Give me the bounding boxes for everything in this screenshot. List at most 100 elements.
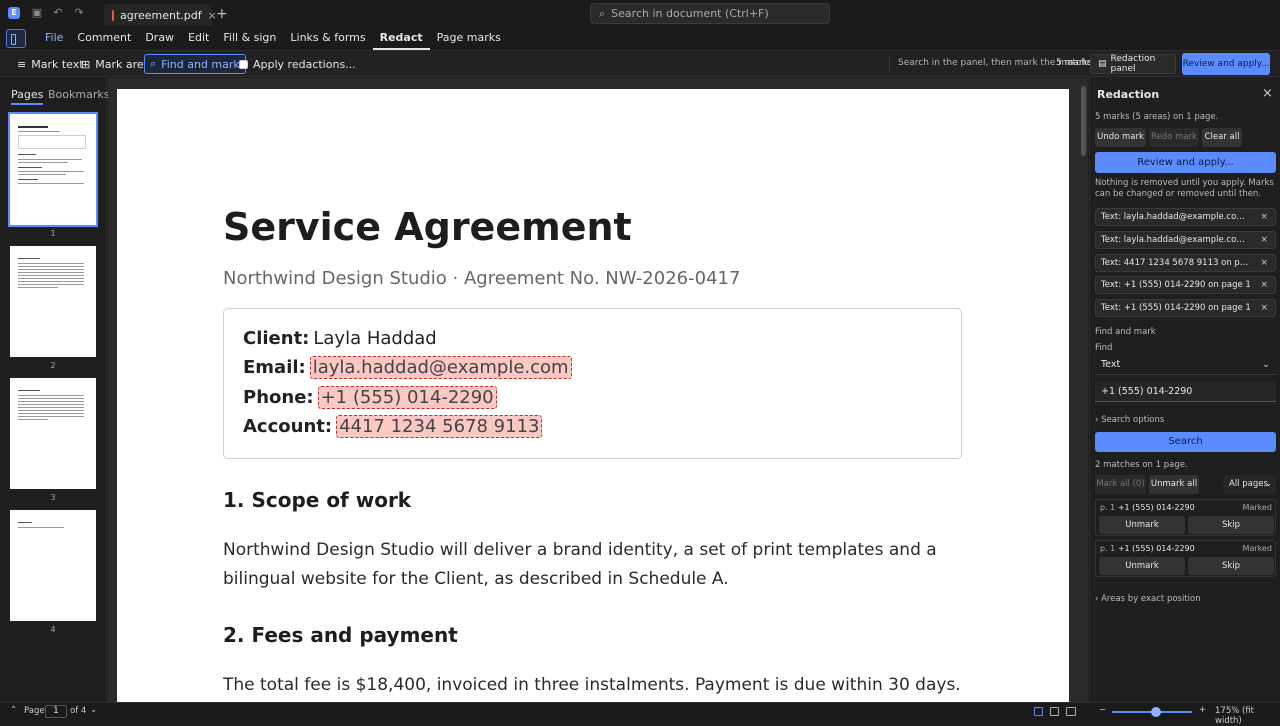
apply-notice: Nothing is removed until you apply. Mark… <box>1095 178 1274 199</box>
page-thumbnail-4[interactable] <box>10 510 96 621</box>
menu-draw[interactable]: Draw <box>138 28 181 50</box>
menu-redact[interactable]: Redact <box>372 28 430 50</box>
document-viewport[interactable]: Service Agreement Northwind Design Studi… <box>108 78 1088 702</box>
menu-page-marks[interactable]: Page marks <box>430 28 508 50</box>
find-input[interactable]: +1 (555) 014-2290 <box>1095 382 1276 402</box>
redaction-mark-phone[interactable]: +1 (555) 014-2290 <box>317 386 497 409</box>
mark-item[interactable]: Text: layla.haddad@example.com on page 1… <box>1095 231 1276 249</box>
email-row: Email: layla.haddad@example.com <box>243 356 572 379</box>
email-label: Email: <box>243 357 306 378</box>
close-panel-icon[interactable]: × <box>1262 86 1273 101</box>
toolbar-divider <box>889 56 890 72</box>
unmark-all-button[interactable]: Unmark all <box>1149 475 1199 494</box>
areas-by-position-toggle[interactable]: › Areas by exact position <box>1095 594 1201 604</box>
save-icon[interactable]: ▣ <box>30 6 44 20</box>
review-apply-panel-button[interactable]: Review and apply... <box>1095 152 1276 173</box>
remove-mark-icon[interactable]: × <box>1260 232 1268 248</box>
document-tab[interactable]: agreement.pdf × <box>104 4 217 26</box>
remove-mark-icon[interactable]: × <box>1260 300 1268 316</box>
find-type-select[interactable]: Text ⌄ <box>1095 355 1276 375</box>
mark-item-label: Text: layla.haddad@example.com on page 1 <box>1101 235 1251 245</box>
result-page: p. 1 <box>1100 503 1116 512</box>
redaction-mark-email[interactable]: layla.haddad@example.com <box>309 356 572 379</box>
redaction-panel: Redaction × 5 marks (5 areas) on 1 page.… <box>1089 78 1280 702</box>
redact-toolbar: ≡ Mark text ⊞ Mark area ⌕ Find and mark … <box>0 50 1280 77</box>
chevron-up-icon[interactable]: ⌃ <box>10 705 17 715</box>
skip-result-button[interactable]: Skip <box>1188 516 1274 534</box>
chevron-down-icon: ⌄ <box>1262 359 1270 370</box>
mark-item[interactable]: Text: 4417 1234 5678 9113 on page 1 × <box>1095 254 1276 272</box>
menu-edit[interactable]: Edit <box>181 28 216 50</box>
chevron-right-icon: › <box>1095 594 1099 604</box>
tab-pages[interactable]: Pages <box>11 88 44 105</box>
remove-mark-icon[interactable]: × <box>1260 277 1268 293</box>
page-number-input[interactable]: 1 <box>45 705 67 718</box>
mark-item[interactable]: Text: +1 (555) 014-2290 on page 1 × <box>1095 299 1276 317</box>
remove-mark-icon[interactable]: × <box>1260 255 1268 271</box>
mark-item[interactable]: Text: layla.haddad@example.com on page 1… <box>1095 208 1276 226</box>
page-number-4: 4 <box>50 625 56 634</box>
undo-mark-button[interactable]: Undo mark <box>1095 128 1146 147</box>
unmark-result-button[interactable]: Unmark <box>1099 516 1185 534</box>
undo-icon[interactable]: ↶ <box>51 6 65 20</box>
zoom-slider-handle[interactable] <box>1151 707 1161 717</box>
redo-mark-button[interactable]: Redo mark <box>1149 128 1199 147</box>
document-tab-title: agreement.pdf <box>120 8 202 22</box>
two-page-view-icon[interactable] <box>1066 707 1076 716</box>
menu-bar: File Comment Draw Edit Fill & sign Links… <box>0 28 1280 50</box>
unmark-result-button[interactable]: Unmark <box>1099 557 1185 575</box>
mark-text-icon: ≡ <box>17 57 27 71</box>
sidebar-toggle-button[interactable] <box>6 29 26 48</box>
mark-item[interactable]: Text: +1 (555) 014-2290 on page 1 × <box>1095 276 1276 294</box>
redo-icon[interactable]: ↷ <box>72 6 86 20</box>
clear-all-button[interactable]: Clear all <box>1202 128 1242 147</box>
menu-file[interactable]: File <box>38 28 70 50</box>
page-thumbnail-3[interactable] <box>10 378 96 489</box>
skip-result-button[interactable]: Skip <box>1188 557 1274 575</box>
menu-fill-sign[interactable]: Fill & sign <box>216 28 283 50</box>
tab-bookmarks[interactable]: Bookmarks <box>48 88 109 101</box>
zoom-out-button[interactable]: − <box>1099 705 1106 715</box>
document-scrollbar[interactable] <box>1081 86 1086 156</box>
panel-icon: ▤ <box>1098 59 1107 69</box>
account-row: Account: 4417 1234 5678 9113 <box>243 415 543 438</box>
page-thumbnail-2[interactable] <box>10 246 96 357</box>
apply-redactions-checkbox[interactable] <box>239 59 248 69</box>
document-page[interactable]: Service Agreement Northwind Design Studi… <box>117 89 1069 702</box>
search-result: p. 1 +1 (555) 014-2290 Marked Unmark Ski… <box>1095 499 1276 536</box>
single-page-view-icon[interactable] <box>1050 707 1059 716</box>
section-1-text: Northwind Design Studio will deliver a b… <box>223 540 937 589</box>
search-options-toggle[interactable]: › Search options <box>1095 415 1164 425</box>
search-placeholder: Search in document (Ctrl+F) <box>611 7 769 20</box>
result-text: +1 (555) 014-2290 <box>1117 503 1195 512</box>
pdf-file-icon <box>112 9 114 21</box>
scope-select[interactable]: All pages ⌄ <box>1223 475 1276 494</box>
menu-links-forms[interactable]: Links & forms <box>283 28 372 50</box>
new-tab-button[interactable]: + <box>216 7 228 21</box>
client-value: Layla Haddad <box>313 328 437 349</box>
status-bar: ⌃ Page 1 of 4 ⌄ − + 175% (fit width) <box>0 702 1280 726</box>
redaction-mark-account[interactable]: 4417 1234 5678 9113 <box>336 415 543 438</box>
document-search-input[interactable]: ⌕ Search in document (Ctrl+F) <box>590 3 830 24</box>
result-label: p. 1 +1 (555) 014-2290 <box>1100 503 1195 512</box>
remove-mark-icon[interactable]: × <box>1260 209 1268 225</box>
apply-redactions-button[interactable]: Apply redactions... <box>234 54 361 74</box>
result-page: p. 1 <box>1100 544 1116 553</box>
zoom-in-button[interactable]: + <box>1199 705 1206 715</box>
redaction-panel-button[interactable]: ▤ Redaction panel <box>1090 54 1176 74</box>
find-type-value: Text <box>1101 359 1121 370</box>
chevron-down-icon[interactable]: ⌄ <box>90 705 97 715</box>
menu-comment[interactable]: Comment <box>70 28 138 50</box>
result-status: Marked <box>1242 544 1272 553</box>
find-and-mark-button[interactable]: ⌕ Find and mark <box>144 54 246 74</box>
title-bar: E ▣ ↶ ↷ agreement.pdf × + ⌕ Search in do… <box>0 0 1280 28</box>
section-2-heading: 2. Fees and payment <box>223 623 458 647</box>
review-apply-button[interactable]: Review and apply... <box>1182 53 1270 75</box>
page-thumbnail-1[interactable] <box>8 112 98 227</box>
continuous-view-icon[interactable] <box>1034 707 1043 716</box>
page-number-2: 2 <box>50 361 56 370</box>
page-total: of 4 <box>70 706 87 716</box>
search-button[interactable]: Search <box>1095 432 1276 452</box>
mark-all-button[interactable]: Mark all (0) <box>1095 475 1146 494</box>
client-info-box: Client: Layla Haddad Email: layla.haddad… <box>223 308 962 459</box>
